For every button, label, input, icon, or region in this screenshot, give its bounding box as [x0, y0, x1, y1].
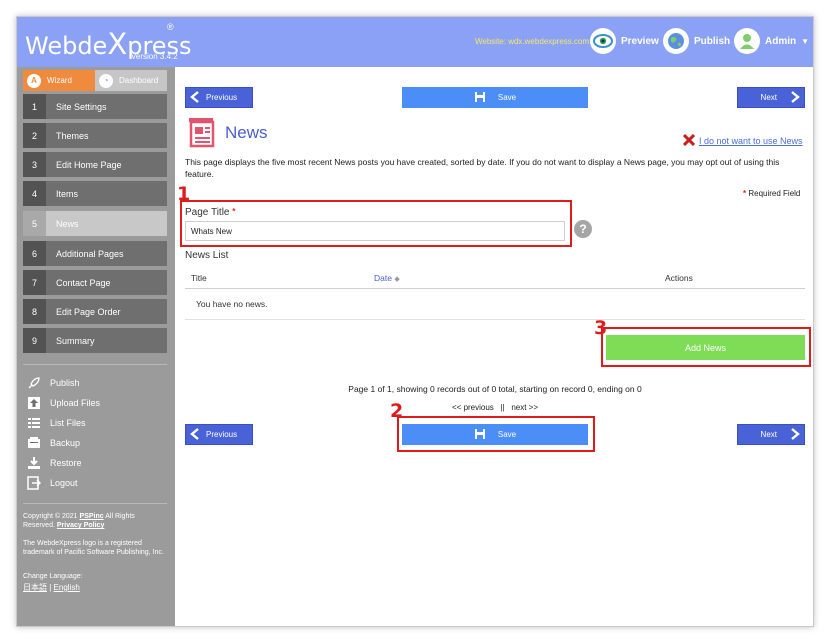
- eye-icon: [590, 28, 616, 54]
- sidebar-tool-logout[interactable]: Logout: [27, 476, 78, 490]
- annotation-number-3: 3: [594, 317, 608, 339]
- close-icon: [682, 133, 696, 148]
- preview-button[interactable]: Preview: [590, 27, 659, 55]
- sidebar-tool-backup[interactable]: Backup: [27, 436, 80, 450]
- wizard-icon: A: [27, 73, 41, 88]
- website-link[interactable]: Website: wdx.webdexpress.com: [475, 37, 589, 46]
- floppy-disk-icon: [474, 91, 486, 105]
- sidebar-divider: [23, 503, 167, 504]
- chevron-left-icon: [190, 427, 200, 442]
- top-header: WebdeXpress ® Version 3.4.2 Website: wdx…: [17, 17, 813, 67]
- table-row: You have no news.: [185, 289, 805, 320]
- sidebar-tool-upload-files[interactable]: Upload Files: [27, 396, 100, 410]
- trademark-text: The WebdeXpress logo is a registered tra…: [23, 540, 164, 556]
- page-title: News: [225, 123, 268, 142]
- tab-wizard[interactable]: A Wizard: [23, 70, 95, 91]
- list-icon: [27, 416, 41, 430]
- chevron-down-icon: ▼: [801, 36, 810, 46]
- publish-button[interactable]: Publish: [663, 27, 730, 55]
- sidebar-step-site-settings[interactable]: 1 Site Settings: [23, 94, 167, 119]
- dashboard-icon: ◔: [99, 73, 113, 88]
- pspinc-link[interactable]: PSPinc: [80, 513, 104, 520]
- sidebar-divider: [23, 364, 167, 365]
- change-language-label: Change Language:: [23, 573, 83, 580]
- empty-message: You have no news.: [196, 299, 268, 309]
- preview-label: Preview: [621, 35, 659, 47]
- annotation-number-2: 2: [390, 400, 404, 422]
- chevron-left-icon: [190, 90, 200, 105]
- admin-menu[interactable]: Admin ▼: [734, 27, 809, 55]
- pagination-info: Page 1 of 1, showing 0 records out of 0 …: [348, 384, 642, 394]
- tab-dashboard[interactable]: ◔ Dashboard: [95, 70, 167, 91]
- sidebar-step-summary[interactable]: 9 Summary: [23, 328, 167, 353]
- copyright-text: Copyright © 2021 PSPinc All Rights Reser…: [23, 513, 135, 529]
- sidebar-step-news[interactable]: 5 News: [23, 211, 167, 236]
- sidebar: A Wizard ◔ Dashboard 1 Site Settings 2 The…: [17, 67, 175, 626]
- lang-japanese-link[interactable]: 日本語: [23, 583, 47, 592]
- save-button-top[interactable]: Save: [402, 87, 588, 108]
- news-table-header: Title Date ◆ Actions: [185, 267, 805, 289]
- page-description: This page displays the five most recent …: [185, 157, 780, 179]
- app-window: WebdeXpress ® Version 3.4.2 Website: wdx…: [16, 16, 814, 627]
- upload-icon: [27, 396, 41, 410]
- sidebar-step-additional-pages[interactable]: 6 Additional Pages: [23, 241, 167, 266]
- logo-registered-mark: ®: [167, 22, 174, 32]
- sort-icon: ◆: [394, 276, 400, 283]
- download-icon: [27, 456, 41, 470]
- opt-out-link[interactable]: I do not want to use News: [682, 133, 803, 148]
- publish-label: Publish: [694, 35, 731, 47]
- sidebar-step-edit-page-order[interactable]: 8 Edit Page Order: [23, 299, 167, 324]
- chevron-right-icon: [790, 427, 800, 442]
- privacy-policy-link[interactable]: Privacy Policy: [57, 522, 104, 529]
- column-actions: Actions: [665, 273, 693, 283]
- pager: << previous || next >>: [452, 403, 538, 412]
- previous-button-bottom[interactable]: Previous: [185, 424, 253, 445]
- news-page-icon: [189, 118, 217, 153]
- version-label: Version 3.4.2: [131, 52, 178, 61]
- next-button-top[interactable]: Next: [737, 87, 805, 108]
- user-avatar-icon: [734, 28, 760, 54]
- sidebar-tool-list-files[interactable]: List Files: [27, 416, 86, 430]
- sidebar-tool-publish[interactable]: Publish: [27, 376, 80, 390]
- sidebar-tabs: A Wizard ◔ Dashboard: [23, 70, 167, 91]
- rocket-icon: [27, 376, 41, 390]
- globe-icon: [663, 28, 689, 54]
- annotation-box-2: [397, 416, 595, 452]
- logout-icon: [27, 476, 41, 490]
- annotation-number-1: 1: [177, 183, 191, 205]
- sidebar-tool-restore[interactable]: Restore: [27, 456, 82, 470]
- previous-button-top[interactable]: Previous: [185, 87, 253, 108]
- lang-english-link[interactable]: English: [54, 583, 80, 592]
- backup-icon: [27, 436, 41, 450]
- pager-previous-link[interactable]: << previous: [452, 403, 494, 412]
- admin-label: Admin: [765, 35, 797, 47]
- language-links: 日本語 | English: [23, 583, 80, 592]
- sidebar-step-items[interactable]: 4 Items: [23, 181, 167, 206]
- column-date[interactable]: Date ◆: [374, 273, 400, 283]
- pager-next-link[interactable]: next >>: [511, 403, 538, 412]
- column-title: Title: [191, 273, 207, 283]
- annotation-box-3: [601, 327, 811, 367]
- next-button-bottom[interactable]: Next: [737, 424, 805, 445]
- sidebar-step-themes[interactable]: 2 Themes: [23, 123, 167, 148]
- sidebar-step-edit-home-page[interactable]: 3 Edit Home Page: [23, 152, 167, 177]
- chevron-right-icon: [790, 90, 800, 105]
- help-icon[interactable]: ?: [574, 220, 592, 238]
- news-list-heading: News List: [185, 250, 229, 261]
- annotation-box-1: [180, 200, 572, 247]
- required-field-note: * Required Field: [743, 189, 801, 198]
- sidebar-step-contact-page[interactable]: 7 Contact Page: [23, 270, 167, 295]
